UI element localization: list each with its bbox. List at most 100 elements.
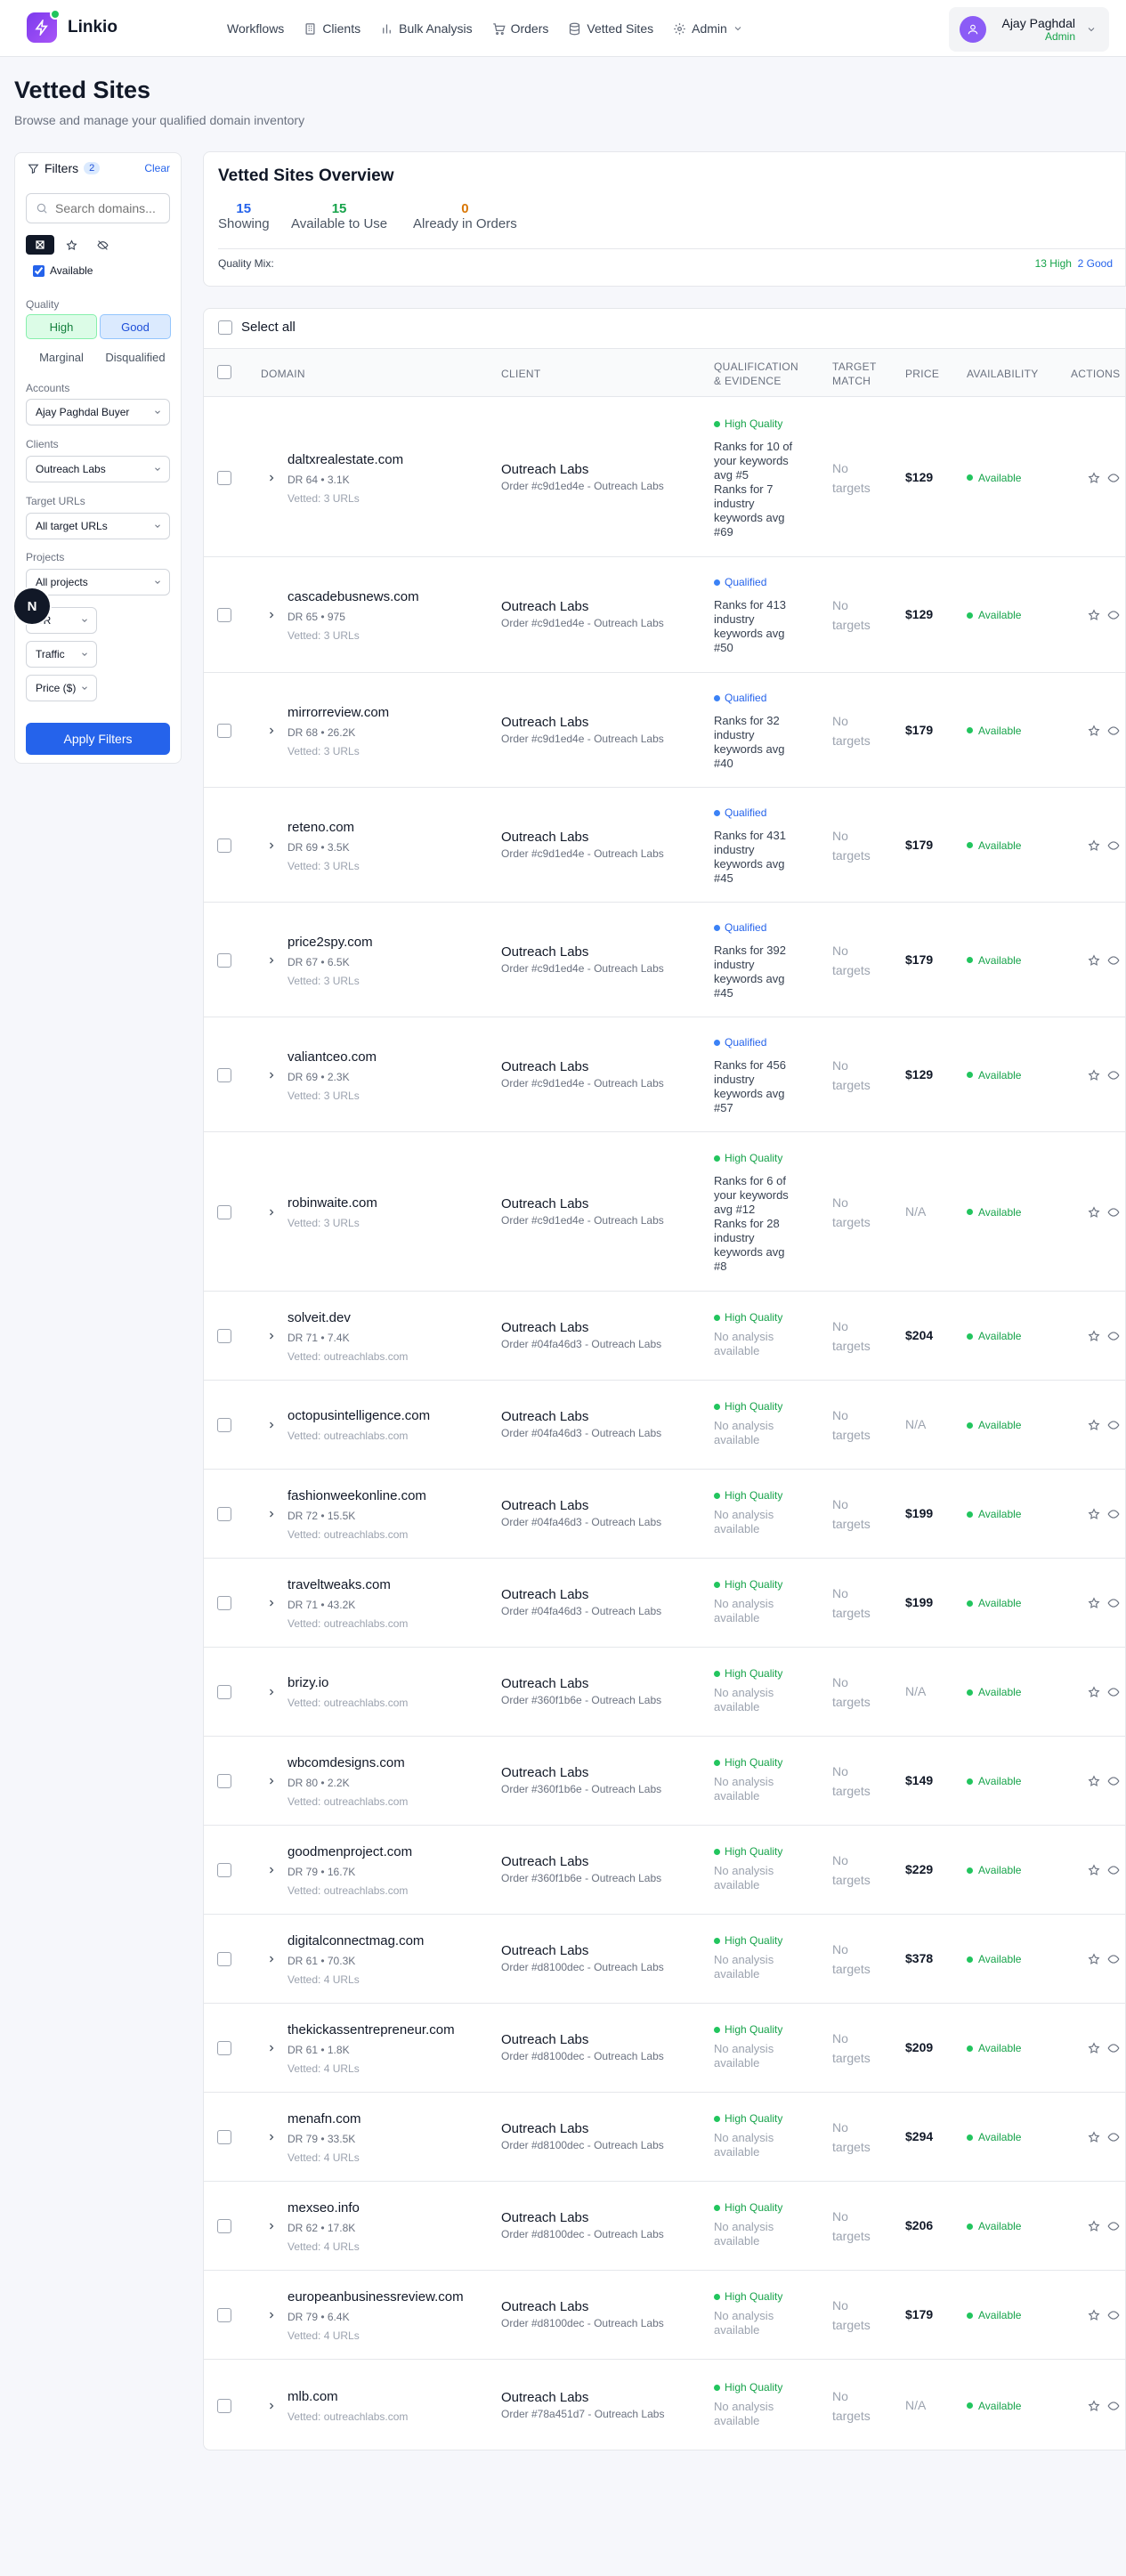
col-price[interactable]: Price [905,367,939,381]
col-target-match[interactable]: Target Match [832,360,877,388]
nav-vetted-sites[interactable]: Vetted Sites [568,21,653,36]
star-icon[interactable] [1088,2131,1100,2143]
star-icon[interactable] [1088,1330,1100,1342]
projects-select[interactable]: All projects [26,569,170,595]
row-checkbox[interactable] [217,723,231,738]
table-row[interactable]: europeanbusinessreview.com DR 79 • 6.4K … [204,2271,1125,2360]
star-icon[interactable] [1088,2399,1100,2412]
star-icon[interactable] [1088,1864,1100,1876]
star-icon[interactable] [1088,1686,1100,1698]
domain-name[interactable]: traveltweaks.com [288,1577,408,1592]
row-checkbox[interactable] [217,470,231,485]
chevron-right-icon[interactable] [266,1598,277,1608]
col-qualification[interactable]: Qualification & Evidence [714,360,798,388]
domain-name[interactable]: solveit.dev [288,1310,408,1325]
hide-icon[interactable] [1107,2131,1120,2143]
traffic-select[interactable]: Traffic [26,641,97,668]
chevron-right-icon[interactable] [266,955,277,966]
hide-icon[interactable] [1107,725,1120,737]
row-checkbox[interactable] [217,1863,231,1877]
chevron-right-icon[interactable] [266,2310,277,2321]
domain-name[interactable]: valiantceo.com [288,1049,377,1065]
domain-name[interactable]: mlb.com [288,2389,408,2404]
nav-workflows[interactable]: Workflows [227,21,284,36]
clear-filters-link[interactable]: Clear [144,162,170,174]
domain-name[interactable]: price2spy.com [288,935,373,950]
star-icon[interactable] [1088,2309,1100,2321]
table-row[interactable]: fashionweekonline.com DR 72 • 15.5K Vett… [204,1470,1125,1559]
hide-icon[interactable] [1107,1597,1120,1609]
hide-icon[interactable] [1107,609,1120,621]
table-row[interactable]: solveit.dev DR 71 • 7.4K Vetted: outreac… [204,1292,1125,1381]
domain-name[interactable]: menafn.com [288,2111,361,2126]
hide-icon[interactable] [1107,1206,1120,1219]
hide-icon[interactable] [1107,1953,1120,1965]
hide-icon[interactable] [1107,2220,1120,2232]
table-row[interactable]: mexseo.info DR 62 • 17.8K Vetted: 4 URLs… [204,2182,1125,2271]
header-checkbox[interactable] [217,365,231,379]
hide-icon[interactable] [1107,472,1120,484]
col-client[interactable]: Client [501,367,540,381]
domain-name[interactable]: octopusintelligence.com [288,1408,430,1423]
star-icon[interactable] [1088,1068,1100,1081]
hide-icon[interactable] [1107,1330,1120,1342]
star-icon[interactable] [1088,953,1100,967]
domain-name[interactable]: thekickassentrepreneur.com [288,2022,455,2037]
quality-marginal-button[interactable]: Marginal [26,344,97,369]
table-row[interactable]: brizy.io Vetted: outreachlabs.com Outrea… [204,1648,1125,1737]
user-menu[interactable]: Ajay Paghdal Admin [949,7,1109,52]
row-checkbox[interactable] [217,1685,231,1699]
view-bookmarked-button[interactable] [57,235,85,255]
nav-admin[interactable]: Admin [673,21,743,36]
hide-icon[interactable] [1107,1069,1120,1081]
quality-disqualified-button[interactable]: Disqualified [100,344,171,369]
select-all-checkbox[interactable] [218,320,232,335]
chevron-right-icon[interactable] [266,840,277,851]
table-row[interactable]: traveltweaks.com DR 71 • 43.2K Vetted: o… [204,1559,1125,1648]
nav-orders[interactable]: Orders [492,21,548,36]
chevron-right-icon[interactable] [266,2401,277,2411]
row-checkbox[interactable] [217,1507,231,1521]
domain-name[interactable]: reteno.com [288,820,360,835]
view-all-button[interactable] [26,235,54,255]
chevron-right-icon[interactable] [266,1865,277,1875]
row-checkbox[interactable] [217,1596,231,1610]
row-checkbox[interactable] [217,2041,231,2055]
domain-name[interactable]: brizy.io [288,1675,408,1690]
chevron-right-icon[interactable] [266,1509,277,1519]
table-row[interactable]: reteno.com DR 69 • 3.5K Vetted: 3 URLs O… [204,788,1125,903]
table-row[interactable]: menafn.com DR 79 • 33.5K Vetted: 4 URLs … [204,2093,1125,2182]
row-checkbox[interactable] [217,2308,231,2322]
chevron-right-icon[interactable] [266,2132,277,2143]
table-row[interactable]: price2spy.com DR 67 • 6.5K Vetted: 3 URL… [204,903,1125,1017]
hide-icon[interactable] [1107,2400,1120,2412]
row-checkbox[interactable] [217,1067,231,1082]
available-checkbox-input[interactable] [33,264,45,277]
target-urls-select[interactable]: All target URLs [26,513,170,539]
row-checkbox[interactable] [217,838,231,853]
domain-name[interactable]: cascadebusnews.com [288,589,419,604]
select-all[interactable]: Select all [218,320,296,335]
star-icon[interactable] [1088,1597,1100,1609]
row-checkbox[interactable] [217,1774,231,1788]
star-icon[interactable] [1088,1419,1100,1431]
domain-name[interactable]: digitalconnectmag.com [288,1933,424,1948]
quality-high-button[interactable]: High [26,314,97,339]
chevron-right-icon[interactable] [266,1776,277,1786]
star-icon[interactable] [1088,471,1100,484]
chevron-right-icon[interactable] [266,473,277,483]
table-row[interactable]: cascadebusnews.com DR 65 • 975 Vetted: 3… [204,557,1125,673]
row-checkbox[interactable] [217,1329,231,1343]
row-checkbox[interactable] [217,1952,231,1966]
chevron-right-icon[interactable] [266,1331,277,1341]
star-icon[interactable] [1088,1775,1100,1787]
star-icon[interactable] [1088,609,1100,621]
row-checkbox[interactable] [217,952,231,968]
domain-name[interactable]: mirrorreview.com [288,705,389,720]
hide-icon[interactable] [1107,1508,1120,1520]
domain-name[interactable]: robinwaite.com [288,1195,377,1211]
chevron-right-icon[interactable] [266,2221,277,2232]
domain-name[interactable]: daltxrealestate.com [288,452,403,467]
table-row[interactable]: robinwaite.com Vetted: 3 URLs Outreach L… [204,1132,1125,1292]
hide-icon[interactable] [1107,839,1120,852]
